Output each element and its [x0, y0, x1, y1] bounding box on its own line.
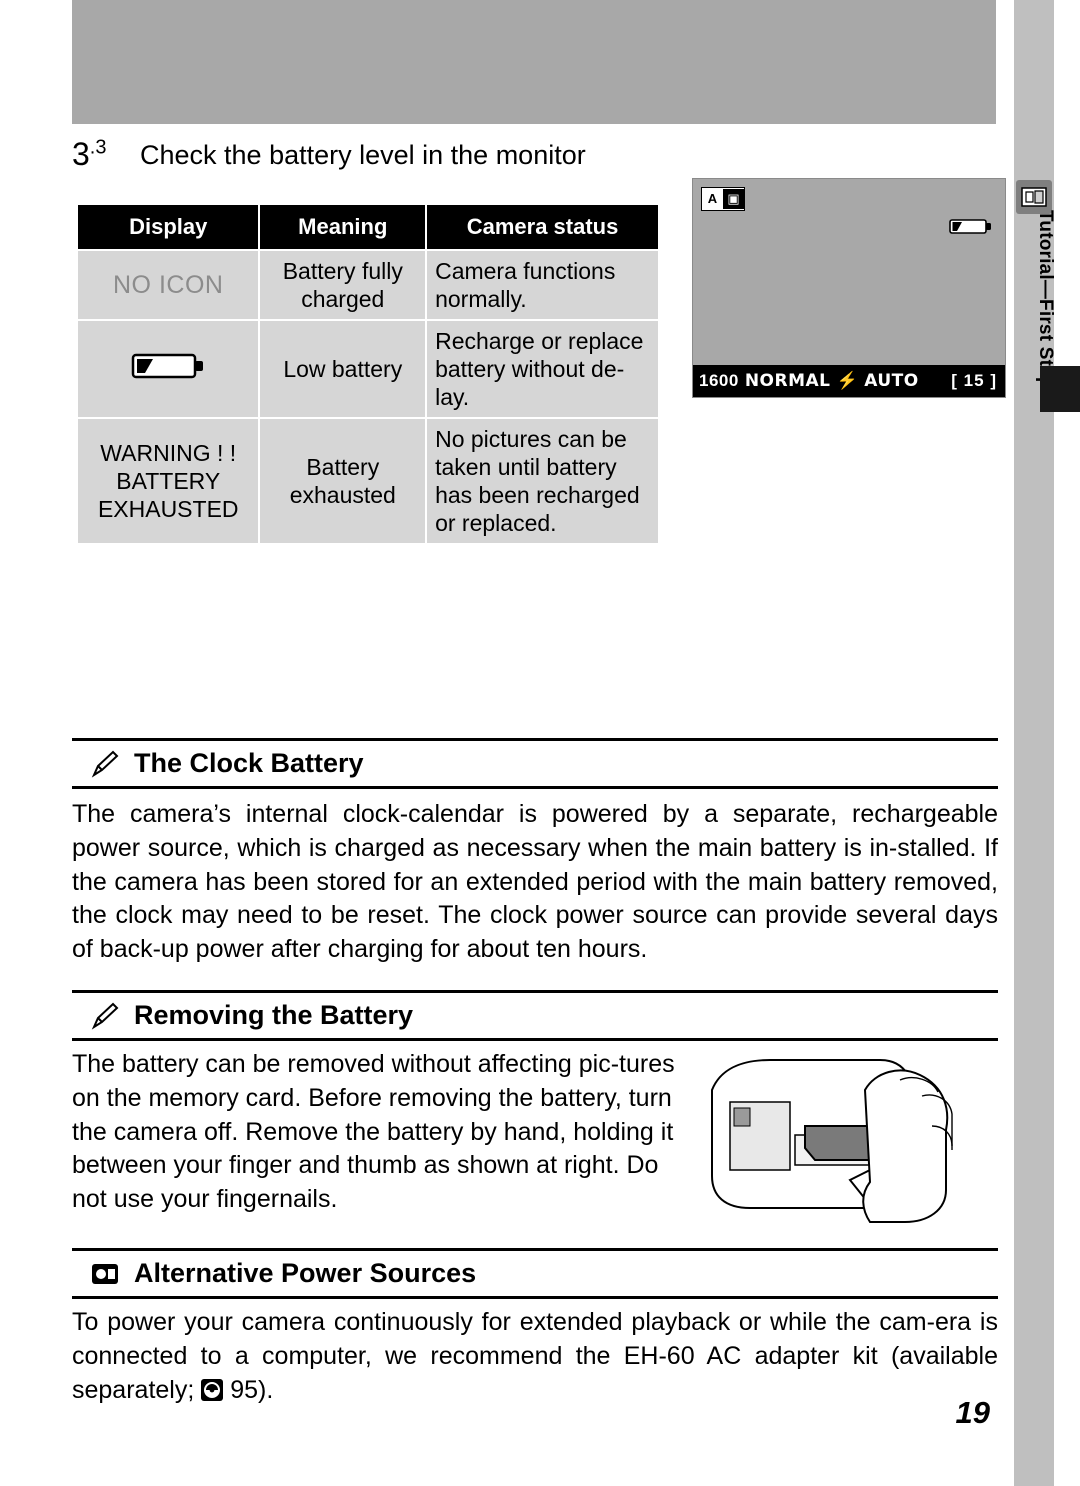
cell-meaning: Battery exhausted	[258, 417, 428, 546]
camera-icon: ▣	[723, 189, 744, 209]
cell-meaning: Low battery	[258, 319, 428, 420]
bracket-left: [	[951, 371, 958, 390]
frames-remaining-value: 15	[963, 371, 985, 390]
table-row: NO ICON Battery fully charged Camera fun…	[75, 248, 660, 322]
section-title: Check the battery level in the monitor	[140, 140, 586, 170]
battery-removal-illustration	[700, 1030, 1000, 1235]
bracket-right: ]	[990, 371, 997, 390]
note-clock-battery-body: The camera’s internal clock-calendar is …	[72, 800, 998, 963]
col-header-display: Display	[75, 203, 261, 251]
note-body-after: 95).	[223, 1375, 274, 1404]
cell-camera-status: No pictures can be taken until battery h…	[425, 417, 660, 546]
tutorial-section-icon	[1016, 180, 1052, 214]
note-alternative-power-body: To power your camera continuously for ex…	[72, 1306, 998, 1407]
pencil-icon	[90, 749, 120, 779]
table-row: WARNING ! ! BATTERY EXHAUSTED Battery ex…	[75, 417, 660, 546]
exposure-mode-value: AUTO	[864, 371, 919, 391]
cell-camera-status: Recharge or replace battery without de-l…	[425, 319, 660, 420]
cell-display: WARNING ! ! BATTERY EXHAUSTED	[75, 417, 261, 546]
table-header-row: Display Meaning Camera status	[75, 203, 660, 251]
table-row: Low battery Recharge or replace battery …	[75, 319, 660, 420]
battery-level-table: Display Meaning Camera status NO ICON Ba…	[75, 203, 660, 546]
quality-value: NORMAL	[744, 371, 831, 391]
cell-meaning: Battery fully charged	[258, 248, 428, 322]
monitor-battery-icon	[949, 217, 993, 242]
page-number: 19	[955, 1395, 990, 1430]
reference-icon	[201, 1378, 224, 1401]
note-title: Alternative Power Sources	[134, 1258, 477, 1288]
no-icon-label: NO ICON	[113, 270, 224, 299]
low-battery-icon	[131, 350, 205, 388]
note-alternative-power: Alternative Power Sources	[72, 1248, 998, 1299]
flash-icon: ⚡	[836, 371, 859, 390]
divider	[72, 1296, 998, 1299]
cell-display: NO ICON	[75, 248, 261, 322]
image-size-value: 1600	[699, 371, 739, 390]
monitor-status-bar: 1600 NORMAL ⚡ AUTO [ 15 ]	[693, 365, 1005, 397]
mode-badge: A ▣	[701, 187, 745, 211]
col-header-camera-status: Camera status	[425, 203, 660, 251]
note-header: Alternative Power Sources	[72, 1251, 998, 1296]
divider	[72, 786, 998, 789]
section-number: 3.3	[72, 136, 107, 172]
header-band	[72, 0, 996, 124]
note-title: Removing the Battery	[134, 1000, 414, 1030]
cell-display	[75, 319, 261, 420]
side-tab-marker	[1040, 366, 1080, 412]
cell-camera-status: Camera functions normally.	[425, 248, 660, 322]
camera-monitor-illustration: A ▣ 1600 NORMAL ⚡ AUTO [ 15 ]	[692, 178, 1006, 398]
col-header-meaning: Meaning	[258, 203, 428, 251]
note-clock-battery: The Clock Battery	[72, 738, 998, 789]
power-icon	[90, 1259, 120, 1289]
note-header: The Clock Battery	[72, 741, 998, 786]
frames-remaining: [ 15 ]	[951, 371, 997, 391]
mode-badge-letter: A	[707, 191, 718, 206]
side-tab-label: Tutorial—First Steps	[1035, 210, 1056, 400]
pencil-icon	[90, 1001, 120, 1031]
note-title: The Clock Battery	[134, 748, 364, 778]
note-removing-battery-body: The battery can be removed without affec…	[72, 1050, 675, 1213]
